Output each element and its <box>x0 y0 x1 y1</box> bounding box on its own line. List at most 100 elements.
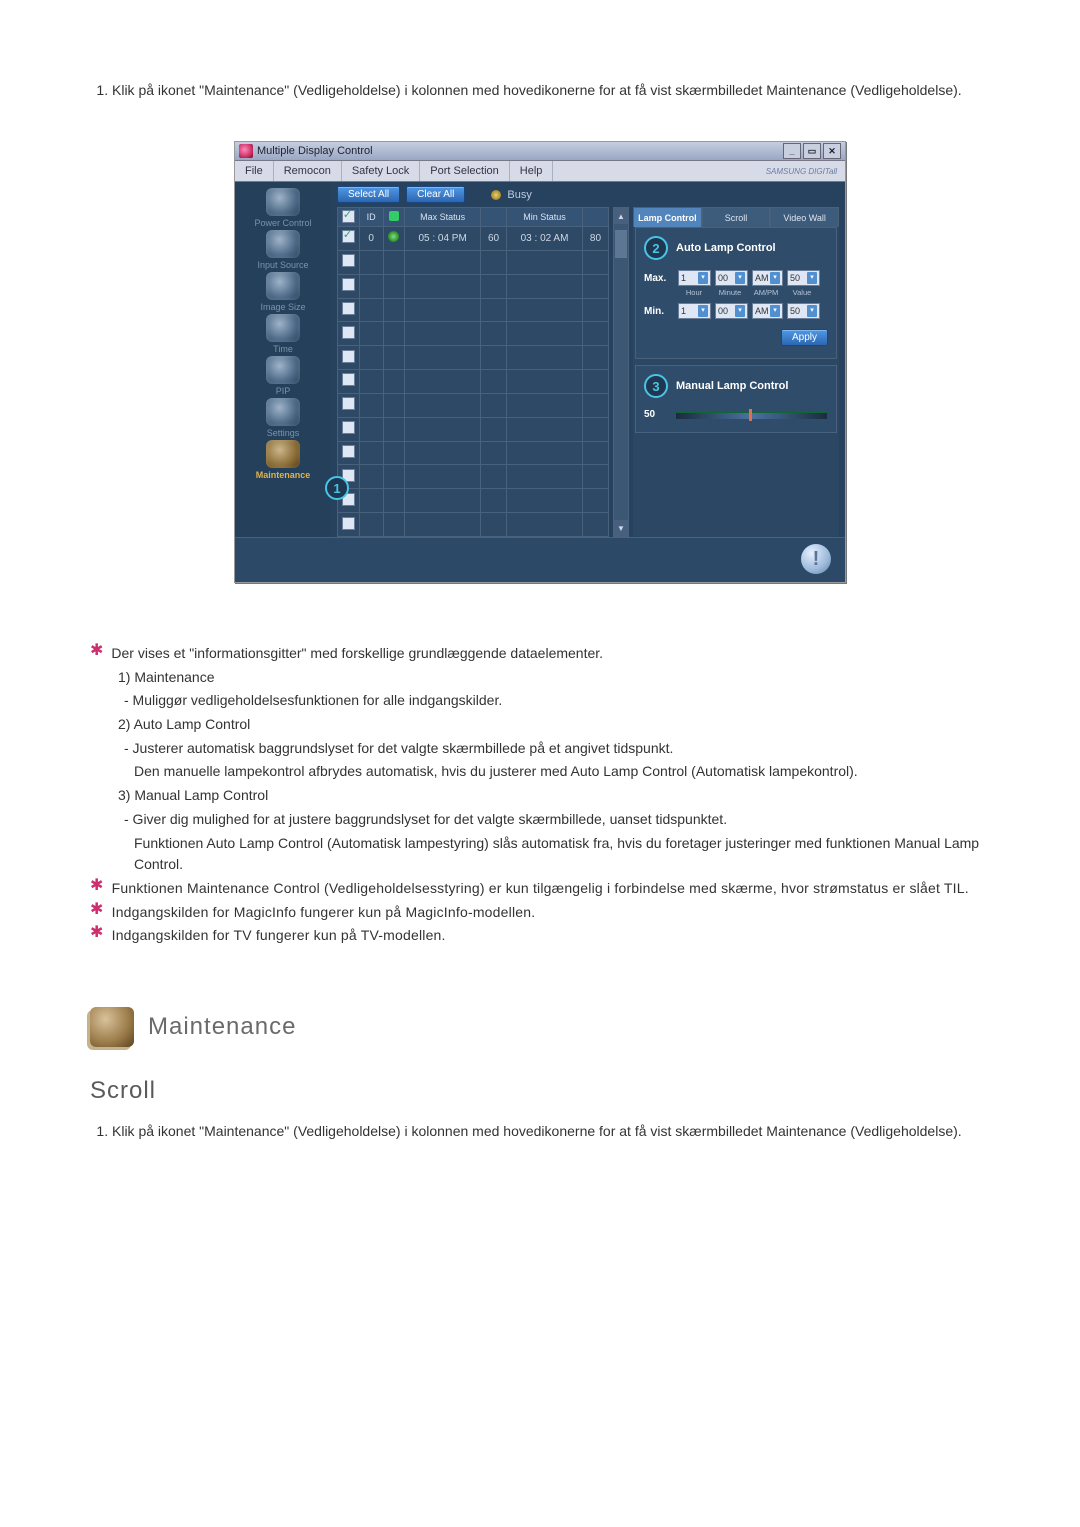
menu-remocon[interactable]: Remocon <box>274 161 342 181</box>
min-hour-select[interactable]: 1▾ <box>678 303 711 319</box>
select-all-button[interactable]: Select All <box>337 186 400 203</box>
cell-max-val <box>481 441 507 465</box>
clear-all-button[interactable]: Clear All <box>406 186 465 203</box>
cell-max-status <box>405 250 481 274</box>
cell-min-val <box>582 322 608 346</box>
row-checkbox[interactable] <box>342 445 355 458</box>
menu-safety-lock[interactable]: Safety Lock <box>342 161 420 181</box>
cell-max-status <box>405 465 481 489</box>
apply-button[interactable]: Apply <box>781 329 828 346</box>
time-icon <box>266 314 300 342</box>
table-row[interactable] <box>338 513 609 537</box>
tab-lamp-control[interactable]: Lamp Control <box>633 207 702 227</box>
max-min-select[interactable]: 00▾ <box>715 270 748 286</box>
col-power[interactable] <box>383 208 405 227</box>
min-ampm-select[interactable]: AM▾ <box>752 303 783 319</box>
callout-3: 3 <box>644 374 668 398</box>
scroll-up[interactable]: ▲ <box>614 208 628 224</box>
min-min-select[interactable]: 00▾ <box>715 303 748 319</box>
row-checkbox[interactable] <box>342 230 355 243</box>
right-tabs: Lamp Control Scroll Video Wall <box>633 207 839 227</box>
cell-id <box>359 441 383 465</box>
row-checkbox[interactable] <box>342 278 355 291</box>
menu-port-selection[interactable]: Port Selection <box>420 161 509 181</box>
col-id[interactable]: ID <box>359 208 383 227</box>
table-row[interactable] <box>338 298 609 322</box>
sidebar-item-power-control[interactable]: Power Control <box>240 188 326 228</box>
close-button[interactable]: ✕ <box>823 143 841 159</box>
col-min-status[interactable]: Min Status <box>507 208 583 227</box>
cell-max-status <box>405 441 481 465</box>
sidebar-item-maintenance[interactable]: Maintenance <box>240 440 326 480</box>
row-checkbox[interactable] <box>342 397 355 410</box>
sidebar-item-image-size[interactable]: Image Size <box>240 272 326 312</box>
cell-max-val: 60 <box>481 227 507 251</box>
cell-min-status <box>507 513 583 537</box>
grid-scrollbar[interactable]: ▲ ▼ <box>613 207 629 537</box>
table-row[interactable] <box>338 441 609 465</box>
table-row[interactable] <box>338 274 609 298</box>
cell-min-val <box>582 274 608 298</box>
manual-lamp-slider[interactable] <box>675 412 828 420</box>
sidebar-item-input-source[interactable]: Input Source <box>240 230 326 270</box>
tab-scroll[interactable]: Scroll <box>702 207 771 227</box>
row-checkbox[interactable] <box>342 326 355 339</box>
menu-help[interactable]: Help <box>510 161 554 181</box>
table-row[interactable] <box>338 250 609 274</box>
slider-knob[interactable] <box>749 409 752 421</box>
col-max-status[interactable]: Max Status <box>405 208 481 227</box>
manual-value-label: 50 <box>644 409 655 420</box>
table-row[interactable] <box>338 489 609 513</box>
row-checkbox[interactable] <box>342 373 355 386</box>
menu-file[interactable]: File <box>235 161 274 181</box>
max-hour-select[interactable]: 1▾ <box>678 270 711 286</box>
tab-video-wall[interactable]: Video Wall <box>770 207 839 227</box>
sidebar-item-pip[interactable]: PIP <box>240 356 326 396</box>
cell-id <box>359 298 383 322</box>
col-max-val[interactable] <box>481 208 507 227</box>
row-checkbox[interactable] <box>342 350 355 363</box>
table-row[interactable] <box>338 465 609 489</box>
item-2-body1: - Justerer automatisk baggrundslyset for… <box>90 738 990 760</box>
sidebar-item-settings[interactable]: Settings <box>240 398 326 438</box>
min-val-select[interactable]: 50▾ <box>787 303 820 319</box>
item-2-body2: Den manuelle lampekontrol afbrydes autom… <box>90 761 990 783</box>
item-2-head: 2) Auto Lamp Control <box>90 714 990 736</box>
table-row[interactable] <box>338 346 609 370</box>
row-checkbox[interactable] <box>342 421 355 434</box>
minimize-button[interactable]: _ <box>783 143 801 159</box>
maintenance-icon <box>266 440 300 468</box>
cell-id <box>359 465 383 489</box>
table-row[interactable] <box>338 322 609 346</box>
row-checkbox[interactable] <box>342 254 355 267</box>
table-row[interactable] <box>338 393 609 417</box>
col-min-val[interactable] <box>582 208 608 227</box>
max-ampm-select[interactable]: AM▾ <box>752 270 783 286</box>
col-check[interactable] <box>338 208 360 227</box>
table-row[interactable] <box>338 417 609 441</box>
cell-id <box>359 513 383 537</box>
cell-min-val <box>582 250 608 274</box>
scroll-down[interactable]: ▼ <box>614 520 628 536</box>
table-row[interactable] <box>338 370 609 394</box>
cell-max-val <box>481 465 507 489</box>
max-val-select[interactable]: 50▾ <box>787 270 820 286</box>
section-title: Maintenance <box>148 1013 296 1041</box>
cell-max-status <box>405 417 481 441</box>
row-checkbox[interactable] <box>342 517 355 530</box>
callout-1: 1 <box>325 476 349 500</box>
cell-max-val <box>481 370 507 394</box>
pip-icon <box>266 356 300 384</box>
cell-min-val <box>582 489 608 513</box>
cell-min-val <box>582 393 608 417</box>
table-row[interactable]: 005 : 04 PM6003 : 02 AM80 <box>338 227 609 251</box>
scroll-thumb[interactable] <box>615 230 627 258</box>
cell-id <box>359 250 383 274</box>
power-icon <box>266 188 300 216</box>
maximize-button[interactable]: ▭ <box>803 143 821 159</box>
title-bar[interactable]: Multiple Display Control _ ▭ ✕ <box>235 142 845 161</box>
cell-min-status: 03 : 02 AM <box>507 227 583 251</box>
item-1-head: 1) Maintenance <box>90 667 990 689</box>
sidebar-item-time[interactable]: Time <box>240 314 326 354</box>
row-checkbox[interactable] <box>342 302 355 315</box>
